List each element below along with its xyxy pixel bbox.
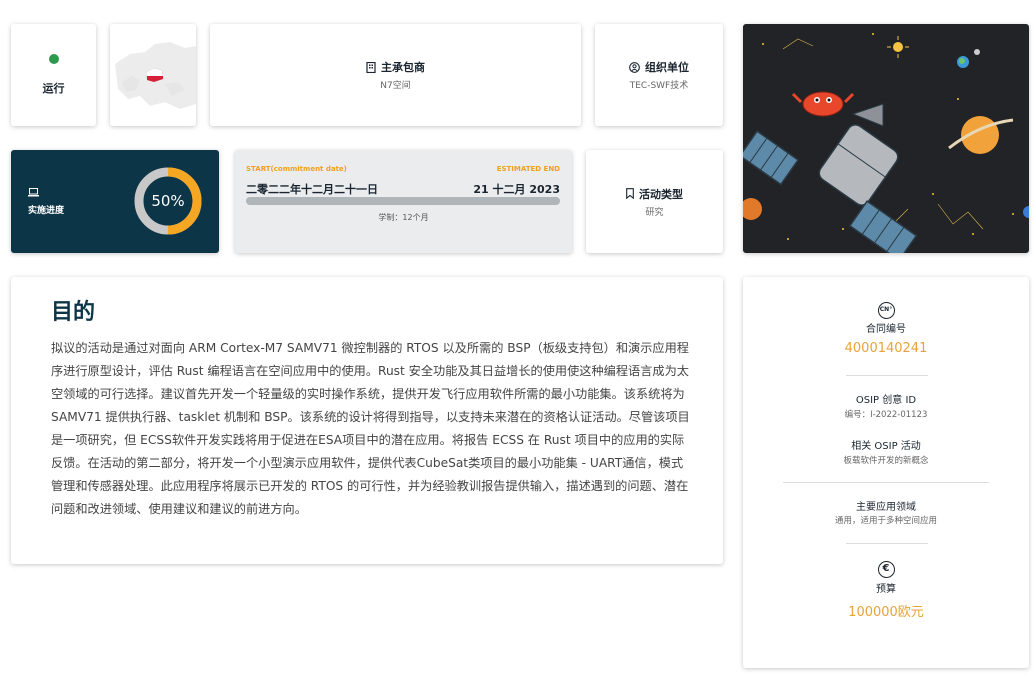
osip-idea-title: OSIP 创意 ID — [855, 395, 917, 406]
purpose-card: 目的 拟议的活动是通过对面向 ARM Cortex-M7 SAMV71 微控制器… — [11, 277, 723, 564]
related-osip-title: 相关 OSIP 活动 — [851, 441, 921, 452]
building-icon — [366, 61, 376, 73]
europe-map-icon — [115, 42, 196, 109]
progress-percent: 50% — [151, 192, 185, 210]
organization-card: 组织单位 TEC-SWF技术 — [595, 24, 723, 126]
activity-type-card: 活动类型 研究 — [586, 150, 723, 253]
budget-value: 100000欧元 — [848, 605, 924, 620]
purpose-title: 目的 — [51, 300, 96, 325]
duration-text: 学制：12个月 — [378, 213, 429, 222]
contract-number-value: 4000140241 — [844, 341, 928, 356]
activity-type-title: 活动类型 — [639, 187, 683, 201]
divider — [846, 375, 928, 376]
progress-label: 实施进度 — [28, 206, 65, 216]
contractor-title: 主承包商 — [381, 61, 425, 74]
purpose-body: 拟议的活动是通过对面向 ARM Cortex-M7 SAMV71 微控制器的 R… — [51, 341, 690, 516]
project-info-sidebar: CN° 合同编号 4000140241 OSIP 创意 ID 编号：I-2022… — [743, 277, 1029, 668]
end-label: ESTIMATED END — [496, 165, 560, 173]
user-circle-icon — [629, 61, 640, 73]
related-osip-value: 板载软件开发的新概念 — [843, 456, 929, 466]
budget-title: 预算 — [876, 584, 896, 595]
start-label: START(commitment date) — [246, 165, 347, 173]
organization-value: TEC-SWF技术 — [629, 81, 689, 91]
end-date: 21 十二月 2023 — [473, 183, 560, 196]
contractor-value: N7空间 — [380, 81, 411, 91]
schedule-card: START(commitment date) ESTIMATED END 二零二… — [235, 150, 572, 253]
laptop-icon — [28, 188, 39, 197]
project-illustration — [743, 24, 1029, 253]
divider — [846, 543, 928, 544]
prime-contractor-card: 主承包商 N7空间 — [210, 24, 581, 126]
status-dot-icon — [48, 54, 59, 64]
status-card: 运行 — [11, 24, 96, 126]
application-domain-title: 主要应用领域 — [856, 502, 916, 513]
divider — [783, 482, 989, 483]
status-label: 运行 — [42, 82, 65, 95]
contract-number-title: 合同编号 — [866, 324, 906, 335]
organization-title: 组织单位 — [645, 61, 689, 74]
country-map-card — [110, 24, 196, 126]
activity-type-value: 研究 — [645, 207, 664, 218]
osip-idea-number: 编号：I-2022-01123 — [844, 410, 928, 420]
euro-icon: € — [877, 561, 895, 578]
bookmark-icon — [626, 188, 634, 199]
contract-number-icon: CN° — [877, 302, 895, 319]
start-date: 二零二二年十二月二十一日 — [246, 183, 378, 196]
implementation-progress-card: 实施进度 50% — [11, 150, 219, 253]
satellite-crab-illustration — [743, 33, 1029, 253]
application-domain-value: 通用，适用于多种空间应用 — [834, 516, 937, 526]
schedule-bar — [246, 197, 560, 205]
